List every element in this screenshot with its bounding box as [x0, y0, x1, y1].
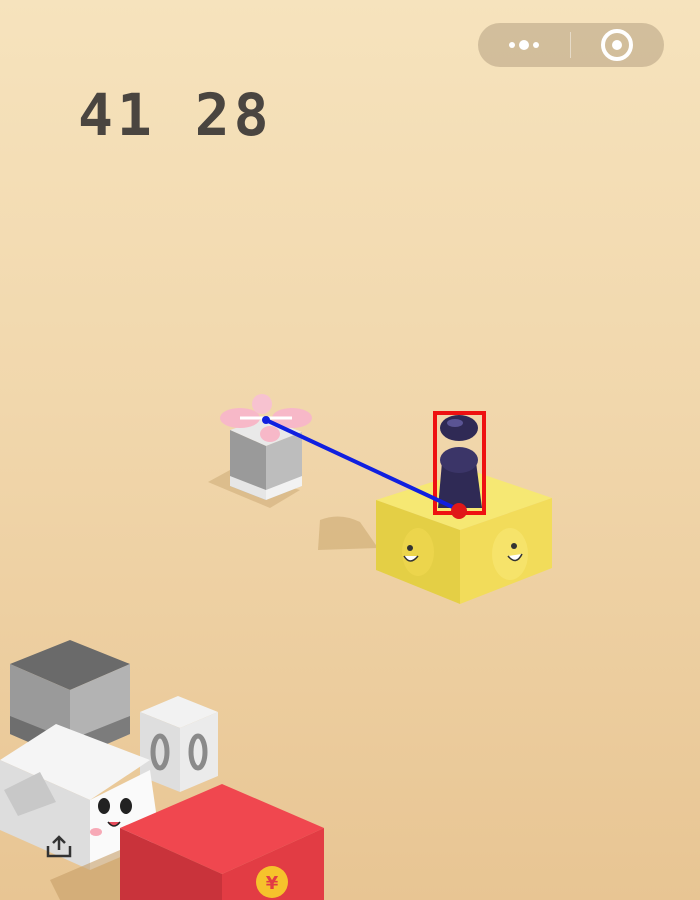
jump-target-dot [262, 416, 270, 424]
gift-block [208, 394, 312, 508]
smiley-face-left [402, 528, 434, 576]
player-piece [438, 415, 482, 508]
game-scene[interactable]: ¥ [0, 0, 700, 900]
coin-label: ¥ [266, 873, 279, 894]
yellow-block-shadow [318, 516, 378, 550]
jump-origin-dot [451, 503, 467, 519]
smiley-face-right [492, 528, 528, 580]
white-small-block [140, 696, 218, 792]
